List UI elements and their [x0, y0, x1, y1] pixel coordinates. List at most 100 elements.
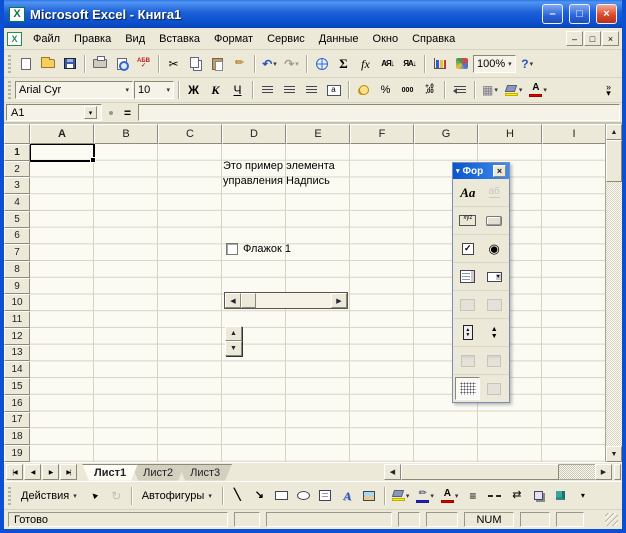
column-header-I[interactable]: I: [542, 124, 606, 144]
bold-button[interactable]: Ж: [183, 80, 204, 101]
spinner-control-object[interactable]: ▲ ▼: [225, 326, 242, 356]
print-preview-button[interactable]: [111, 53, 132, 74]
forms-toolbar-titlebar[interactable]: ▾ Фор ×: [453, 163, 509, 179]
font-color-button[interactable]: А ▾: [526, 80, 550, 101]
vertical-scrollbar[interactable]: ▲ ▼: [605, 124, 622, 462]
column-header-A[interactable]: A: [30, 124, 94, 144]
button-control-button[interactable]: [482, 209, 507, 232]
row-header-7[interactable]: 7: [4, 244, 30, 262]
3d-button[interactable]: [550, 485, 571, 506]
control-properties-button[interactable]: [455, 349, 480, 372]
select-all-corner[interactable]: [4, 124, 30, 144]
scroll-down-button[interactable]: ▼: [606, 446, 622, 462]
row-header-6[interactable]: 6: [4, 227, 30, 245]
column-header-G[interactable]: G: [414, 124, 478, 144]
shadow-button[interactable]: [528, 485, 549, 506]
draw-actions-button[interactable]: Действия ▾: [15, 485, 83, 506]
horizontal-scroll-thumb[interactable]: [401, 464, 559, 480]
vertical-scroll-track[interactable]: [606, 182, 622, 446]
more-buttons-button[interactable]: ▾: [572, 485, 593, 506]
sheet-tab-Лист2[interactable]: Лист2: [131, 464, 185, 481]
align-center-button[interactable]: [279, 80, 300, 101]
checkbox-control-button[interactable]: ✓: [455, 237, 480, 260]
line-style-button[interactable]: ≡: [462, 485, 483, 506]
toolbar-grip[interactable]: [8, 54, 11, 73]
close-button[interactable]: ×: [596, 4, 617, 24]
column-header-D[interactable]: D: [222, 124, 286, 144]
row-header-2[interactable]: 2: [4, 160, 30, 178]
spinner-down-button[interactable]: ▼: [225, 341, 242, 356]
vertical-scroll-thumb[interactable]: [606, 140, 622, 182]
percent-button[interactable]: %: [375, 80, 396, 101]
row-header-15[interactable]: 15: [4, 378, 30, 395]
row-header-13[interactable]: 13: [4, 344, 30, 362]
scroll-left-button[interactable]: ◀: [384, 464, 401, 480]
name-box[interactable]: A1 ▾: [6, 104, 102, 121]
merge-center-button[interactable]: а: [323, 80, 344, 101]
clip-art-button[interactable]: [359, 485, 380, 506]
scroll-right-button[interactable]: ▶: [595, 464, 612, 480]
scroll-left-button[interactable]: ◀: [225, 293, 241, 308]
checkbox-control-object[interactable]: Флажок 1: [226, 243, 291, 255]
copy-button[interactable]: [185, 53, 206, 74]
row-header-1[interactable]: 1: [4, 144, 30, 161]
zoom-box-button[interactable]: 100% ▾: [473, 54, 516, 73]
row-header-14[interactable]: 14: [4, 361, 30, 379]
label-control-button[interactable]: Aa: [455, 181, 480, 204]
redo-button[interactable]: ↷ ▾: [281, 53, 302, 74]
borders-button[interactable]: ▦ ▾: [479, 80, 501, 101]
tab-split-handle[interactable]: [614, 464, 621, 480]
fill-color-button[interactable]: ▾: [502, 80, 526, 101]
combo-box-button[interactable]: ▾: [482, 265, 507, 288]
scroll-right-button[interactable]: ▶: [331, 293, 347, 308]
select-objects-button[interactable]: ▲: [84, 485, 105, 506]
sort-descending-button[interactable]: ЯА↓: [399, 53, 420, 74]
combo-list-edit-button[interactable]: [455, 293, 480, 316]
toggle-grid-button[interactable]: [455, 377, 481, 400]
align-left-button[interactable]: [257, 80, 278, 101]
insert-hyperlink-button[interactable]: [311, 53, 332, 74]
label-control-object[interactable]: Это пример элемента управления Надпись: [223, 159, 335, 189]
workbook-restore-button[interactable]: □: [584, 31, 601, 46]
line-color-button[interactable]: ✏ ▾: [413, 485, 437, 506]
decimals-button[interactable]: +,0 ,00: [419, 80, 440, 101]
italic-button[interactable]: К: [205, 80, 226, 101]
paste-button[interactable]: [207, 53, 228, 74]
column-header-E[interactable]: E: [286, 124, 350, 144]
insert-function-button[interactable]: fx: [355, 53, 376, 74]
row-header-19[interactable]: 19: [4, 444, 30, 462]
next-sheet-button[interactable]: ▶: [42, 464, 59, 480]
save-button[interactable]: [59, 53, 80, 74]
close-icon[interactable]: ×: [493, 165, 506, 177]
sort-ascending-button[interactable]: АЯ↓: [377, 53, 398, 74]
scrollbar-tool-button[interactable]: ▲ ▼: [455, 321, 480, 344]
scroll-up-button[interactable]: ▲: [606, 124, 622, 140]
row-header-18[interactable]: 18: [4, 428, 30, 445]
selected-cell-outline[interactable]: [29, 143, 96, 163]
first-sheet-button[interactable]: |◀: [6, 464, 23, 480]
sheet-tab-Лист1[interactable]: Лист1: [82, 464, 138, 481]
workbook-close-button[interactable]: ×: [602, 31, 619, 46]
drawing-button[interactable]: [451, 53, 472, 74]
new-document-button[interactable]: [15, 53, 36, 74]
menu-Вид[interactable]: Вид: [118, 30, 152, 48]
row-header-16[interactable]: 16: [4, 394, 30, 412]
print-button[interactable]: [89, 53, 110, 74]
menu-Справка[interactable]: Справка: [405, 30, 462, 48]
text-box-button[interactable]: [315, 485, 336, 506]
menu-Сервис[interactable]: Сервис: [260, 30, 312, 48]
horizontal-scrollbar[interactable]: ◀ ▶: [384, 464, 621, 481]
help-button[interactable]: ? ▾: [517, 53, 538, 74]
formula-input[interactable]: [138, 104, 620, 121]
workbook-minimize-button[interactable]: –: [566, 31, 583, 46]
scroll-thumb[interactable]: [241, 293, 256, 308]
column-header-H[interactable]: H: [478, 124, 542, 144]
column-header-F[interactable]: F: [350, 124, 414, 144]
scrollbar-control-object[interactable]: ◀ ▶: [224, 292, 348, 309]
dash-style-button[interactable]: [484, 485, 505, 506]
menu-Окно[interactable]: Окно: [366, 30, 406, 48]
row-header-12[interactable]: 12: [4, 327, 30, 345]
minimize-button[interactable]: –: [542, 4, 563, 24]
chevron-button[interactable]: » ▾: [598, 80, 619, 101]
previous-sheet-button[interactable]: ◀: [24, 464, 41, 480]
